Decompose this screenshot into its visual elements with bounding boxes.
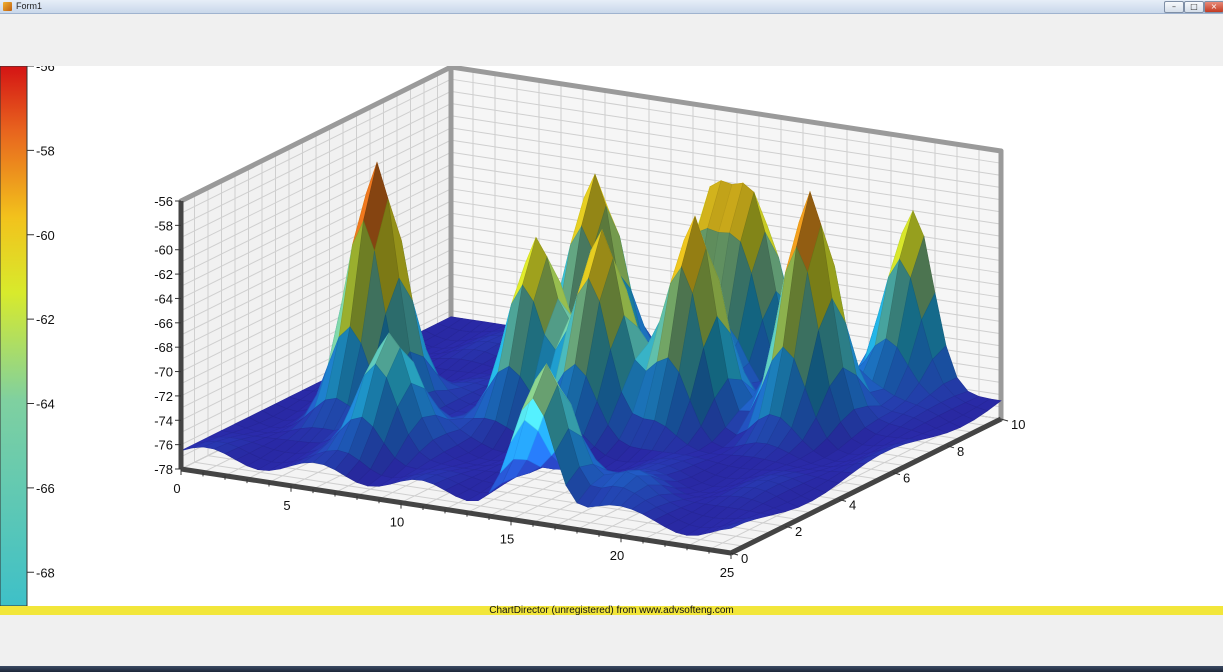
z-tick-label: -64 [154, 292, 173, 307]
z-tick-label: -66 [154, 316, 173, 331]
x-tick-label: 15 [500, 531, 514, 546]
x-tick-label: 5 [283, 498, 290, 513]
x-tick-label: 10 [390, 515, 404, 530]
colorbar: -56 -58 -60 -62 -64 -66 -68 [0, 59, 55, 607]
z-tick-label: -70 [154, 365, 173, 380]
colorbar-tick-label: -56 [36, 66, 55, 74]
taskbar [0, 666, 1223, 672]
window-titlebar: Form1 – □ × [0, 0, 1223, 14]
x-tick-label: 20 [610, 548, 624, 563]
z-tick-label: -60 [154, 243, 173, 258]
maximize-icon[interactable]: □ [1184, 1, 1204, 13]
y-tick-label: 10 [1011, 417, 1025, 432]
minimize-icon[interactable]: – [1164, 1, 1184, 13]
app-icon [3, 2, 12, 11]
y-tick-label: 2 [795, 524, 802, 539]
watermark-bar: ChartDirector (unregistered) from www.ad… [0, 605, 1223, 616]
watermark-text: ChartDirector (unregistered) from www.ad… [489, 605, 734, 616]
y-tick-label: 4 [849, 497, 856, 512]
colorbar-tick-label: -64 [36, 397, 55, 412]
close-icon[interactable]: × [1204, 1, 1223, 13]
colorbar-tick-label: -66 [36, 481, 55, 496]
y-tick-label: 0 [741, 551, 748, 566]
x-tick-label: 25 [720, 565, 734, 580]
z-tick-label: -56 [154, 194, 173, 209]
window-title: Form1 [16, 1, 43, 11]
colorbar-tick-label: -60 [36, 228, 55, 243]
z-tick-label: -72 [154, 389, 173, 404]
z-tick-label: -58 [154, 218, 173, 233]
y-tick-label: 6 [903, 471, 910, 486]
colorbar-gradient [0, 65, 28, 607]
z-tick-label: -62 [154, 267, 173, 282]
colorbar-tick-label: -58 [36, 143, 55, 158]
x-tick-label: 0 [173, 481, 180, 496]
z-tick-label: -68 [154, 340, 173, 355]
z-tick-label: -74 [154, 413, 173, 428]
surface-chart: -56 -58 -60 -62 -64 -66 -68 0 5 10 15 20 25 0 2 4 6 8 10 -… [0, 59, 1025, 607]
colorbar-tick-label: -62 [36, 312, 55, 327]
y-tick-label: 8 [957, 444, 964, 459]
colorbar-tick-label: -68 [36, 565, 55, 580]
plot-area: -56 -58 -60 -62 -64 -66 -68 0 5 10 15 20 25 0 2 4 6 8 10 -… [0, 59, 1223, 607]
z-tick-label: -76 [154, 438, 173, 453]
z-tick-label: -78 [154, 462, 173, 477]
